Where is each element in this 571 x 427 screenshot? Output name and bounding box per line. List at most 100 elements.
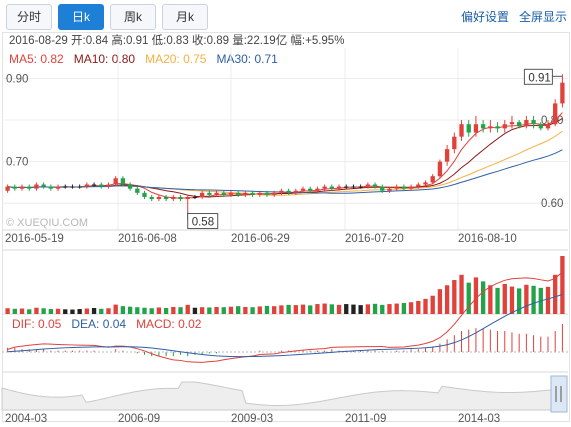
- candle-body: [452, 136, 457, 150]
- volume-bar: [351, 304, 356, 314]
- volume-bar: [480, 281, 486, 314]
- ma30-line: [7, 149, 563, 194]
- candle-body: [538, 124, 543, 129]
- volume-bar: [531, 285, 536, 314]
- volume-bar: [207, 307, 212, 314]
- candle-body: [545, 124, 551, 129]
- volume-bar: [142, 307, 147, 314]
- candle-body: [185, 196, 190, 200]
- volume-bar: [416, 300, 421, 314]
- volume-bar: [545, 286, 551, 314]
- volume-bar: [48, 309, 53, 314]
- volume-bar: [214, 306, 219, 314]
- candle-body: [358, 186, 363, 188]
- volume-bar: [308, 305, 313, 314]
- volume-bar: [502, 283, 507, 314]
- volume-bar: [19, 308, 25, 314]
- volume-bar: [365, 304, 371, 314]
- volume-bar: [70, 309, 75, 314]
- candle-body: [423, 182, 428, 185]
- stock-chart-svg[interactable]: 0.900.800.700.600.910.58: [0, 0, 571, 427]
- candle-body: [99, 184, 104, 187]
- volume-bar: [250, 307, 255, 314]
- volume-bar: [344, 304, 349, 314]
- candle-body: [5, 186, 10, 191]
- y-tick-label: 0.60: [541, 198, 563, 210]
- volume-bar: [444, 285, 450, 314]
- volume-bar: [459, 274, 464, 314]
- candle-body: [70, 186, 75, 188]
- candle-body: [300, 188, 306, 191]
- candle-body: [63, 186, 68, 188]
- candle-body: [163, 196, 169, 200]
- candle-body: [279, 190, 284, 193]
- candle-body: [171, 196, 176, 200]
- volume-bar: [293, 305, 298, 314]
- candle-body: [408, 186, 414, 189]
- volume-bar: [336, 304, 342, 314]
- volume-bar: [452, 280, 457, 314]
- volume-bar: [27, 309, 32, 314]
- volume-bar: [178, 307, 183, 314]
- candle-body: [509, 122, 515, 125]
- candle-body: [517, 122, 522, 127]
- y-tick-label: 0.70: [6, 157, 28, 169]
- volume-bar: [221, 307, 226, 314]
- candle-body: [466, 124, 471, 133]
- volume-bar: [437, 289, 443, 314]
- candle-body: [272, 192, 277, 195]
- candle-body: [41, 184, 46, 187]
- volume-bar: [84, 308, 90, 314]
- volume-bar: [113, 304, 118, 314]
- candle-body: [387, 188, 392, 191]
- candle-body: [495, 126, 500, 129]
- candle-body: [48, 186, 53, 189]
- volume-bar: [286, 304, 291, 314]
- candle-body: [207, 192, 212, 195]
- volume-bar: [264, 305, 270, 314]
- ma10-line: [7, 117, 563, 198]
- volume-bar: [228, 306, 234, 314]
- navigator-handle[interactable]: [550, 375, 568, 413]
- candle-body: [286, 190, 291, 193]
- volume-bar: [106, 308, 111, 314]
- candle-body: [308, 188, 313, 191]
- candle-body: [560, 82, 565, 104]
- volume-bar: [199, 307, 205, 314]
- candle-body: [113, 178, 118, 185]
- candle-body: [149, 196, 154, 200]
- volume-bar: [553, 274, 558, 314]
- candle-body: [394, 186, 399, 189]
- volume-bar: [560, 256, 565, 314]
- volume-bar: [236, 306, 241, 314]
- volume-bar: [34, 307, 39, 314]
- volume-bar: [315, 304, 320, 314]
- y-tick-label: 0.90: [6, 73, 28, 85]
- volume-bar: [524, 284, 529, 314]
- candle-body: [293, 190, 298, 193]
- candle-body: [243, 192, 248, 195]
- volume-bar: [408, 302, 414, 314]
- candle-body: [322, 186, 327, 189]
- candle-body: [344, 186, 349, 188]
- candle-body: [77, 186, 82, 188]
- candle-body: [221, 192, 226, 195]
- candle-body: [553, 103, 558, 125]
- volume-bar: [372, 303, 378, 314]
- candle-body: [329, 186, 334, 189]
- volume-bar: [99, 308, 104, 314]
- candle-body: [365, 184, 371, 187]
- candle-body: [199, 192, 205, 197]
- volume-bar: [243, 306, 248, 314]
- volume-bar: [149, 308, 154, 314]
- candle-body: [19, 186, 25, 189]
- candle-body: [84, 184, 90, 187]
- candle-body: [178, 196, 183, 200]
- candle-body: [380, 186, 385, 191]
- candle-body: [55, 186, 61, 189]
- volume-bar: [380, 304, 385, 314]
- volume-bar: [185, 304, 190, 314]
- candle-body: [156, 196, 162, 200]
- candle-body: [264, 192, 270, 195]
- volume-bar: [358, 305, 363, 314]
